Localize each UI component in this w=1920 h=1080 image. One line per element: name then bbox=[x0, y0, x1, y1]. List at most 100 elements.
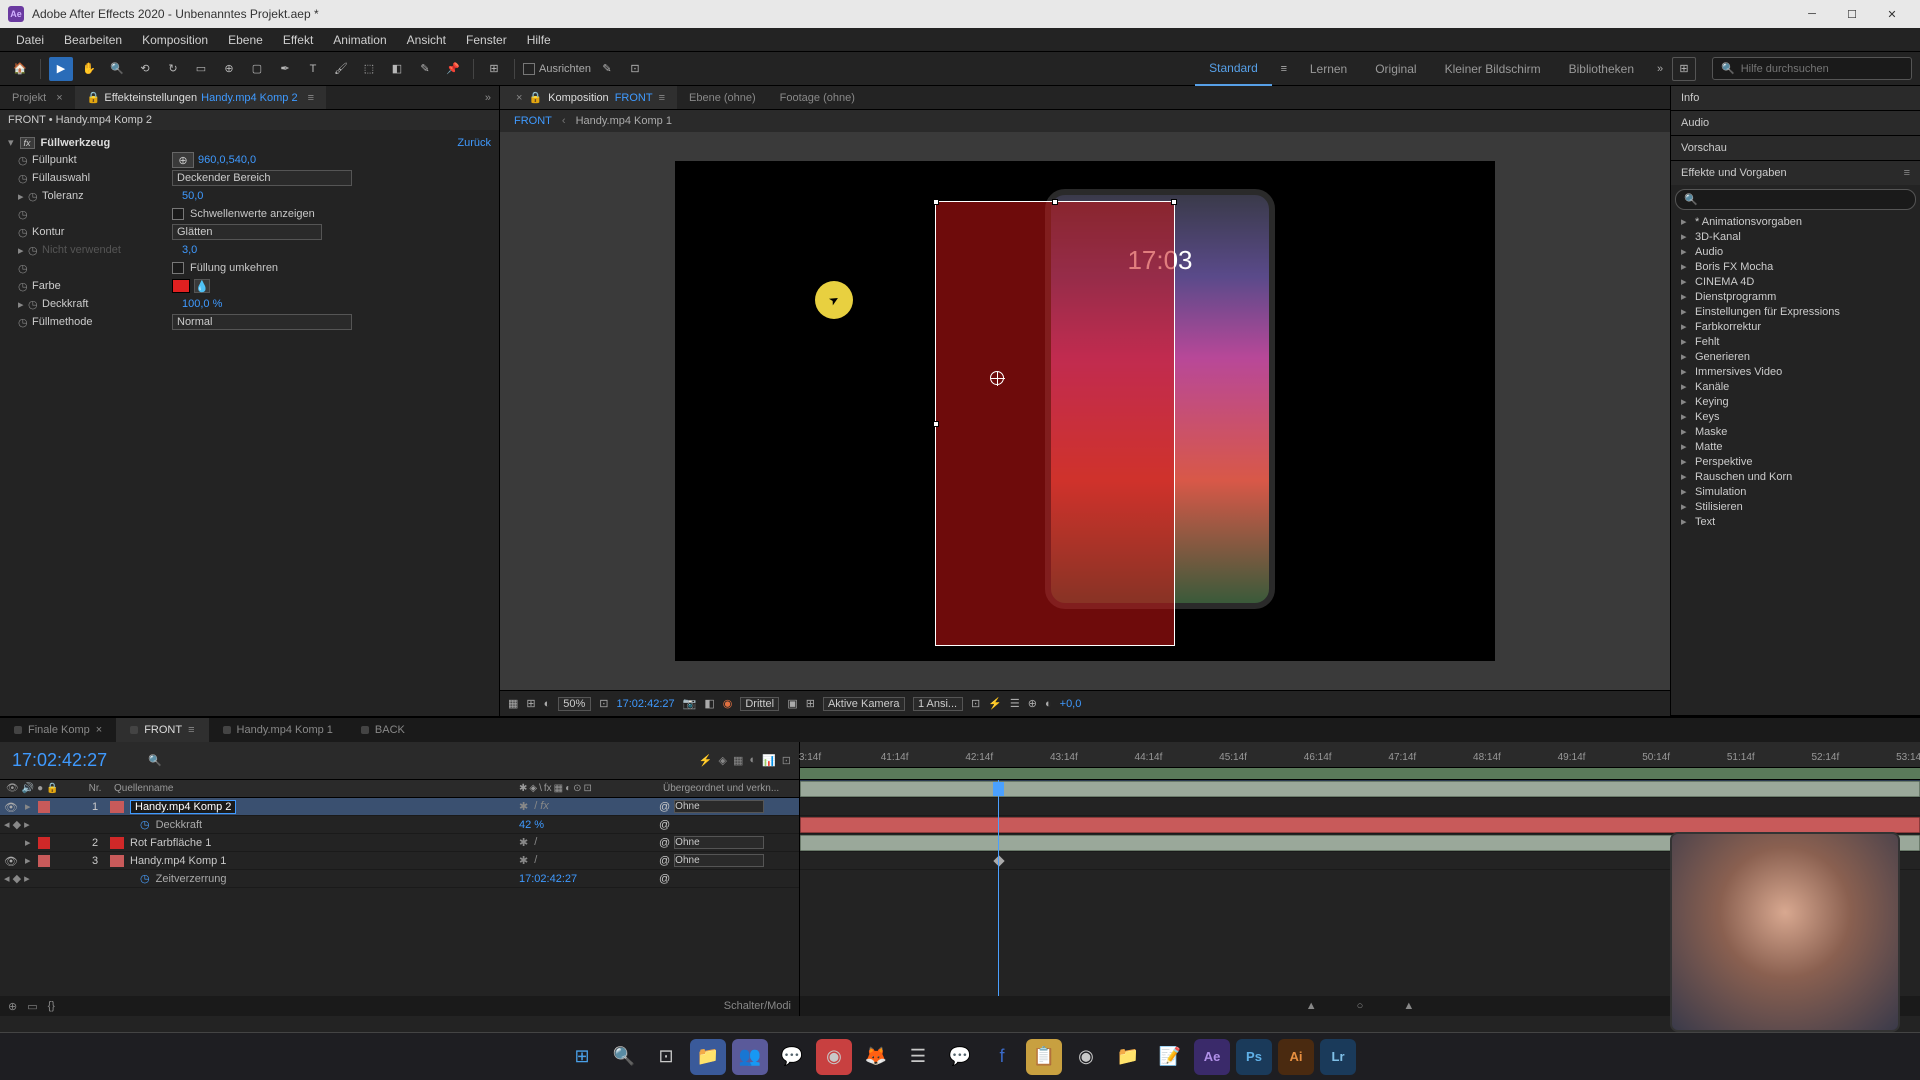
timeline-timecode[interactable]: 17:02:42:27 bbox=[0, 750, 140, 771]
pickwhip-icon[interactable]: @ bbox=[659, 873, 670, 885]
selection-tool[interactable]: ▶ bbox=[49, 57, 73, 81]
panel-menu-icon[interactable]: ≡ bbox=[308, 92, 314, 104]
threshold-checkbox[interactable] bbox=[172, 208, 184, 220]
stopwatch-icon[interactable]: ◷ bbox=[18, 226, 32, 239]
graph-icon[interactable]: 📊 bbox=[762, 754, 776, 767]
rotate-tool[interactable]: ↻ bbox=[161, 57, 185, 81]
effect-controls-tab[interactable]: 🔒 Effekteinstellungen Handy.mp4 Komp 2 ≡ bbox=[75, 86, 326, 109]
project-tab[interactable]: Projekt× bbox=[0, 86, 75, 109]
workspace-bibliotheken[interactable]: Bibliotheken bbox=[1555, 52, 1648, 86]
tl-tool-icon[interactable]: ⊕ bbox=[8, 1000, 17, 1013]
workspace-reset-icon[interactable]: ⊞ bbox=[1672, 57, 1696, 81]
viewer-timecode[interactable]: 17:02:42:27 bbox=[617, 698, 675, 710]
mask-icon[interactable]: ◐ bbox=[544, 698, 551, 710]
chevron-left-icon[interactable]: ‹ bbox=[562, 115, 566, 127]
preset-category[interactable]: ▸Maske bbox=[1671, 424, 1920, 439]
effect-name[interactable]: Füllwerkzeug bbox=[41, 137, 111, 149]
teams-icon[interactable]: 👥 bbox=[732, 1039, 768, 1075]
parent-select[interactable]: Ohne bbox=[674, 854, 764, 867]
keyframe-nav-icon[interactable]: ◂ ◆ ▸ bbox=[4, 818, 30, 831]
resolution-icon[interactable]: ⊡ bbox=[599, 697, 608, 710]
keyframe-nav-icon[interactable]: ◂ ◆ ▸ bbox=[4, 872, 30, 885]
anchor-point-icon[interactable] bbox=[990, 371, 1004, 385]
minimize-button[interactable]: ─ bbox=[1792, 2, 1832, 26]
layer-bar-1[interactable] bbox=[800, 781, 1920, 797]
preset-category[interactable]: ▸Text bbox=[1671, 514, 1920, 529]
snap-toggle[interactable]: Ausrichten bbox=[523, 63, 591, 75]
chevron-right-icon[interactable]: ▸ bbox=[25, 854, 35, 867]
explorer-icon[interactable]: 📁 bbox=[690, 1039, 726, 1075]
panel-overflow-icon[interactable]: » bbox=[477, 92, 499, 104]
switch-icon[interactable]: ⊡ bbox=[584, 783, 592, 794]
chevron-down-icon[interactable]: ▾ bbox=[8, 136, 14, 149]
preset-category[interactable]: ▸* Animationsvorgaben bbox=[1671, 214, 1920, 229]
chevron-right-icon[interactable]: ▸ bbox=[25, 836, 35, 849]
zoom-slider[interactable]: ○ bbox=[1357, 1000, 1364, 1012]
parent-select[interactable]: Ohne bbox=[674, 800, 764, 813]
menu-ebene[interactable]: Ebene bbox=[218, 28, 273, 51]
crosshair-icon[interactable]: ⊕ bbox=[172, 152, 194, 168]
timeline-ruler[interactable]: 3:14f41:14f42:14f43:14f44:14f45:14f46:14… bbox=[800, 742, 1920, 780]
expand-icon[interactable]: ▸ bbox=[18, 190, 28, 203]
pen-tool[interactable]: ✒ bbox=[273, 57, 297, 81]
preset-category[interactable]: ▸CINEMA 4D bbox=[1671, 274, 1920, 289]
zoom-select[interactable]: 50% bbox=[558, 697, 591, 711]
orbit-tool[interactable]: ⟲ bbox=[133, 57, 157, 81]
lightroom-icon[interactable]: Lr bbox=[1320, 1039, 1356, 1075]
switch-icon[interactable]: ✱ bbox=[519, 783, 527, 794]
layer-color-chip[interactable] bbox=[38, 855, 50, 867]
layer-property-row[interactable]: ◂ ◆ ▸◷ Deckkraft42 %@ bbox=[0, 816, 799, 834]
brush-tool[interactable]: 🖌 bbox=[329, 57, 353, 81]
tl-tab-finale[interactable]: Finale Komp× bbox=[0, 718, 116, 742]
breadcrumb-handy[interactable]: Handy.mp4 Komp 1 bbox=[576, 115, 672, 127]
help-search-input[interactable] bbox=[1741, 63, 1903, 75]
workspace-standard[interactable]: Standard bbox=[1195, 52, 1272, 86]
stopwatch-icon[interactable]: ◷ bbox=[140, 872, 150, 885]
close-button[interactable]: ✕ bbox=[1872, 2, 1912, 26]
fx-column-icon[interactable]: fx bbox=[544, 783, 552, 794]
blend-dropdown[interactable]: Normal bbox=[172, 314, 352, 330]
menu-fenster[interactable]: Fenster bbox=[456, 28, 517, 51]
stopwatch-icon[interactable]: ◷ bbox=[28, 298, 42, 311]
roto-tool[interactable]: ✎ bbox=[413, 57, 437, 81]
contour-dropdown[interactable]: Glätten bbox=[172, 224, 322, 240]
switch-icon[interactable]: ◐ bbox=[565, 783, 571, 794]
fillpoint-value[interactable]: 960,0,540,0 bbox=[198, 154, 256, 166]
fx-badge-icon[interactable]: fx bbox=[20, 137, 35, 149]
workspace-kleiner[interactable]: Kleiner Bildschirm bbox=[1431, 52, 1555, 86]
layer-row[interactable]: 👁▸1Handy.mp4 Komp 2✱/fx@Ohne bbox=[0, 798, 799, 816]
expand-icon[interactable]: ▸ bbox=[18, 298, 28, 311]
snap-options-icon[interactable]: ✎ bbox=[595, 57, 619, 81]
exposure-value[interactable]: +0,0 bbox=[1060, 698, 1082, 710]
close-icon[interactable]: × bbox=[96, 724, 102, 736]
preset-category[interactable]: ▸Farbkorrektur bbox=[1671, 319, 1920, 334]
pickwhip-icon[interactable]: @ bbox=[659, 837, 670, 849]
shape-tool[interactable]: ▢ bbox=[245, 57, 269, 81]
stopwatch-icon[interactable]: ◷ bbox=[18, 280, 32, 293]
folder-icon[interactable]: 📁 bbox=[1110, 1039, 1146, 1075]
preset-category[interactable]: ▸3D-Kanal bbox=[1671, 229, 1920, 244]
preset-category[interactable]: ▸Immersives Video bbox=[1671, 364, 1920, 379]
comp-tab-composition[interactable]: × 🔒 Komposition FRONT ≡ bbox=[500, 86, 677, 109]
preset-category[interactable]: ▸Dienstprogramm bbox=[1671, 289, 1920, 304]
tl-tab-back[interactable]: BACK bbox=[347, 718, 419, 742]
chevron-right-icon[interactable]: ▸ bbox=[25, 800, 35, 813]
app-icon[interactable]: 📋 bbox=[1026, 1039, 1062, 1075]
comp-tab-footage[interactable]: Footage (ohne) bbox=[768, 86, 867, 109]
switch-icon[interactable]: ▦ bbox=[554, 783, 563, 794]
panel-menu-icon[interactable]: ≡ bbox=[659, 92, 665, 104]
hand-tool[interactable]: ✋ bbox=[77, 57, 101, 81]
composition-viewer[interactable]: 17:03 bbox=[500, 132, 1670, 690]
photoshop-icon[interactable]: Ps bbox=[1236, 1039, 1272, 1075]
collapse-icon[interactable]: ◈ bbox=[719, 754, 727, 767]
eyedropper-icon[interactable]: 💧 bbox=[194, 279, 210, 293]
channel-icon[interactable]: ◧ bbox=[704, 697, 714, 710]
obs-icon[interactable]: ◉ bbox=[1068, 1039, 1104, 1075]
tl-tab-front[interactable]: FRONT≡ bbox=[116, 718, 208, 742]
workspace-lernen[interactable]: Lernen bbox=[1296, 52, 1361, 86]
help-search[interactable]: 🔍 bbox=[1712, 57, 1912, 80]
text-tool[interactable]: T bbox=[301, 57, 325, 81]
eye-column-icon[interactable]: 👁 bbox=[6, 783, 19, 794]
stopwatch-icon[interactable]: ◷ bbox=[18, 208, 32, 221]
camera-select[interactable]: Aktive Kamera bbox=[823, 697, 905, 711]
